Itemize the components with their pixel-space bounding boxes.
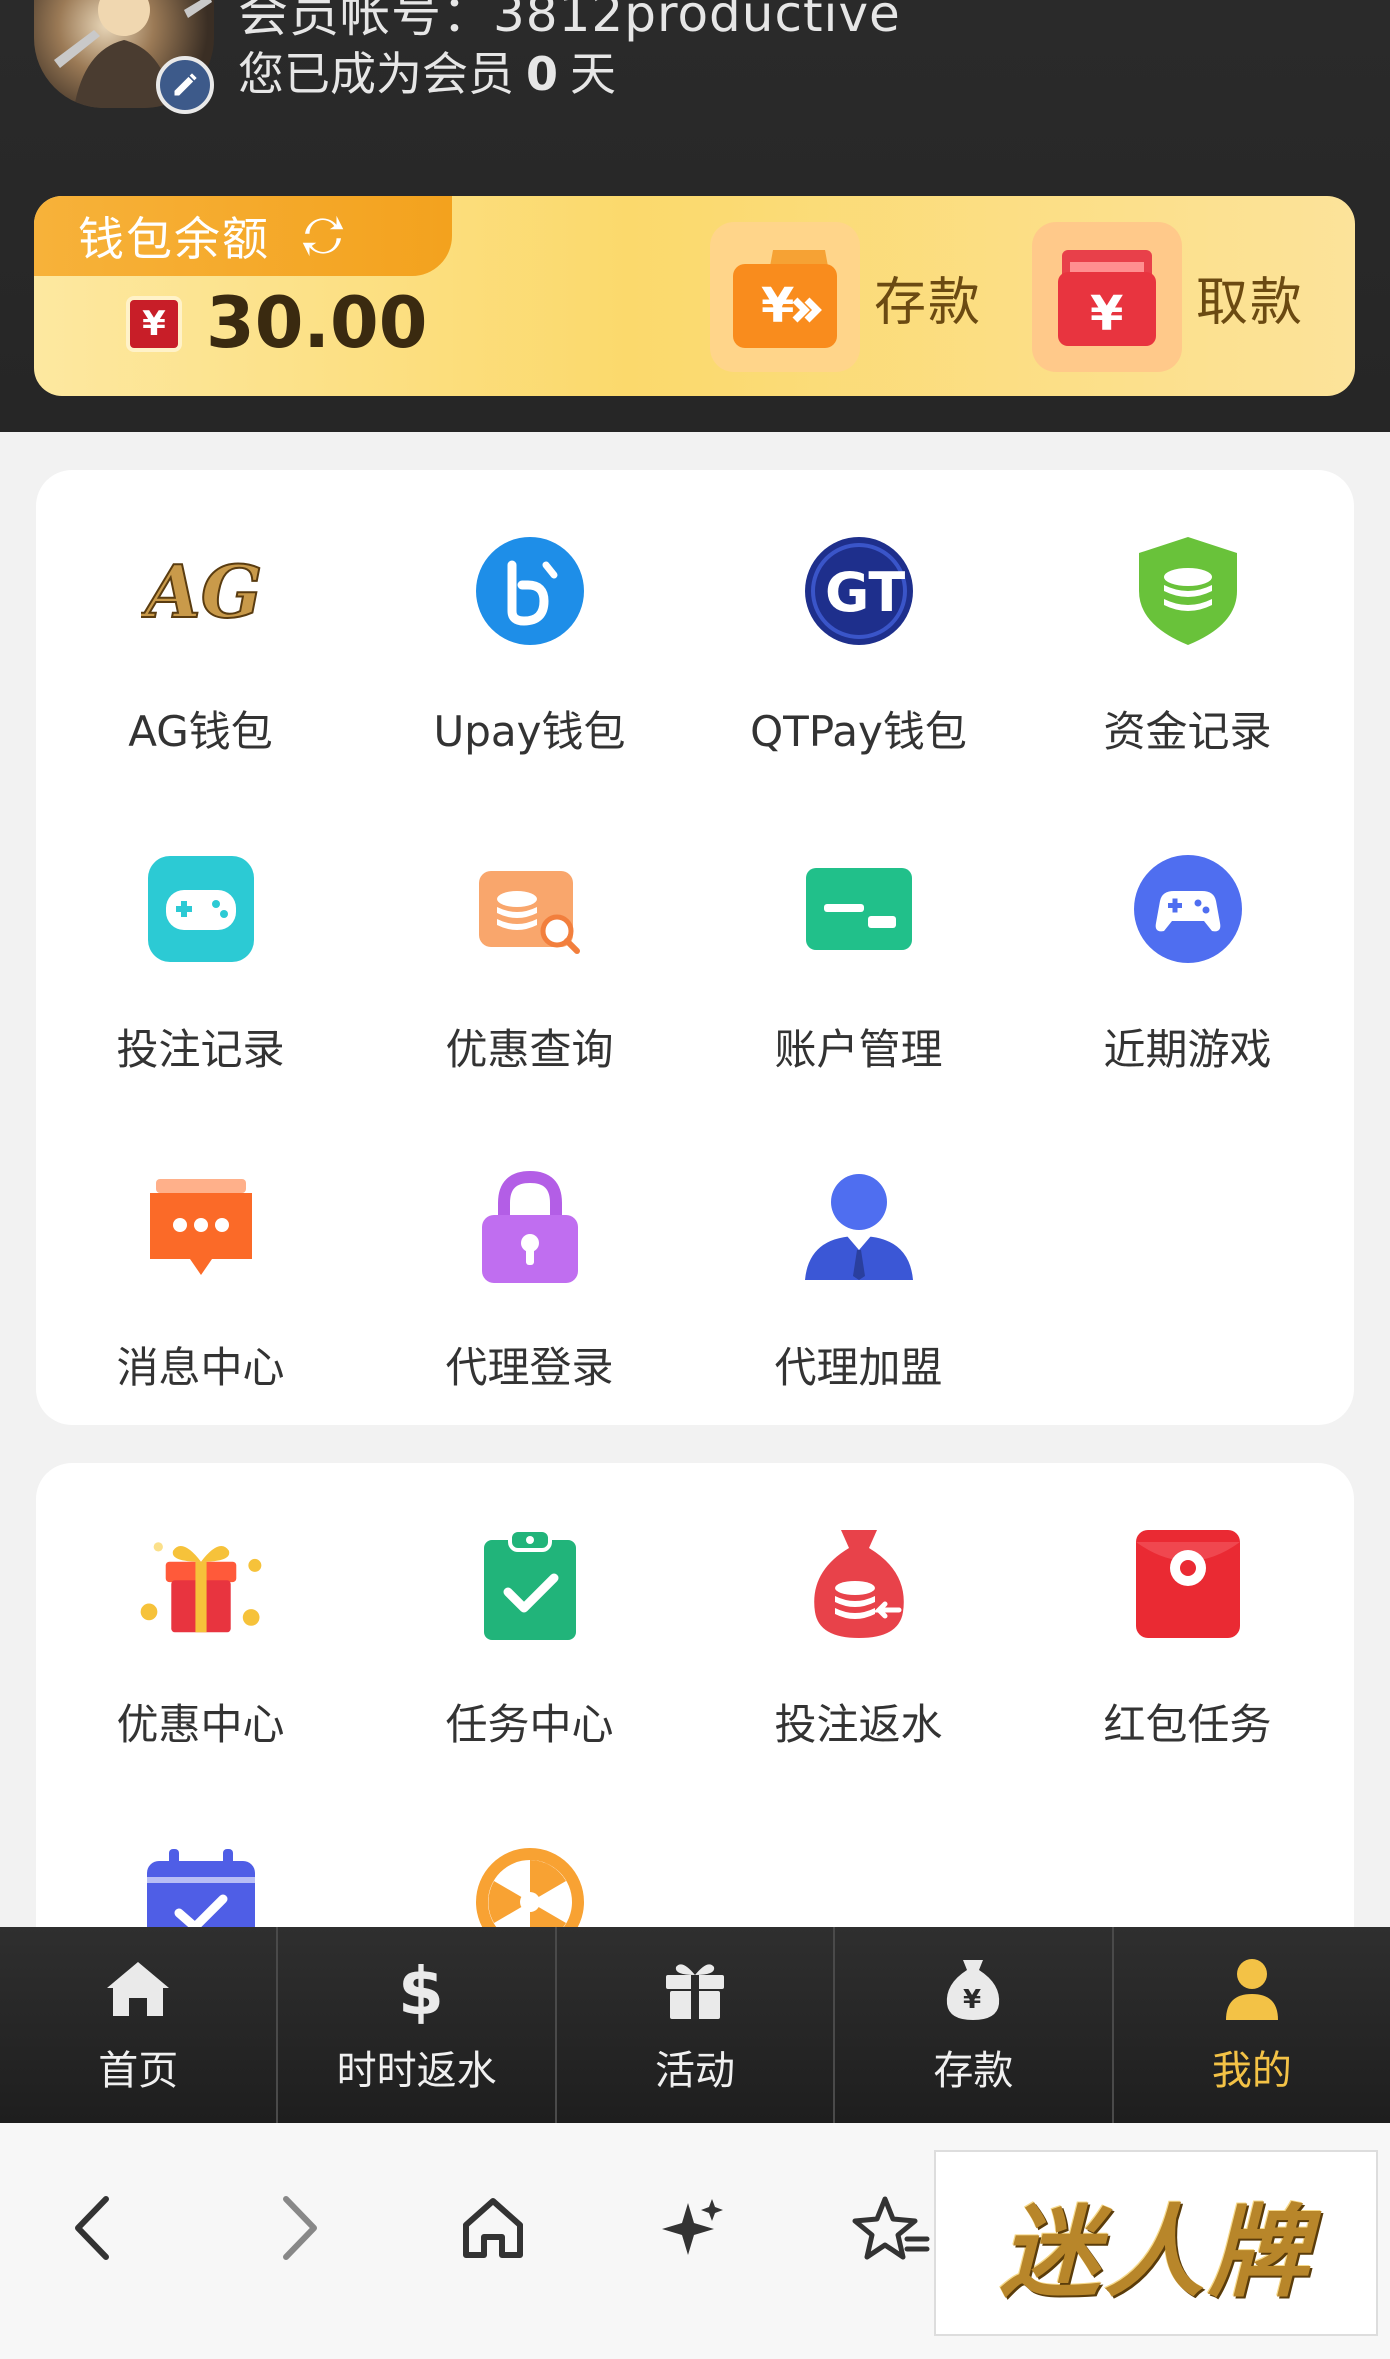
favorites-button[interactable] — [846, 2183, 936, 2273]
home-icon — [103, 1954, 173, 2024]
user-icon — [1217, 1954, 1287, 2024]
yen-bag-icon: ¥ — [938, 1954, 1008, 2024]
agent-person-icon — [794, 1162, 924, 1292]
nav-mine[interactable]: 我的 — [1114, 1927, 1390, 2123]
money-bag-icon — [794, 1519, 924, 1649]
svg-text:¥: ¥ — [963, 1985, 981, 2015]
back-button[interactable] — [48, 2183, 138, 2273]
menu-item-upay-wallet[interactable]: Upay钱包 — [365, 526, 694, 759]
nav-rebate[interactable]: $ 时时返水 — [278, 1927, 557, 2123]
menu-item-red-envelope-task[interactable]: 红包任务 — [1023, 1519, 1352, 1752]
upay-logo-icon — [465, 526, 595, 656]
lock-icon — [465, 1162, 595, 1292]
withdraw-label: 取款 — [1196, 272, 1305, 333]
edit-avatar-button[interactable] — [156, 56, 214, 114]
deposit-label: 存款 — [874, 272, 983, 333]
menu-item-bet-rebate[interactable]: 投注返水 — [694, 1519, 1023, 1752]
wallet-balance-tab: 钱包余额 — [34, 196, 452, 276]
forward-button[interactable] — [254, 2183, 344, 2273]
withdraw-icon: ¥ — [1032, 222, 1182, 372]
controller-icon — [1123, 844, 1253, 974]
menu-item-qtpay-wallet[interactable]: GT QTPay钱包 — [694, 526, 1023, 759]
activity-menu-card: 优惠中心 任务中心 投注返水 红包任务 — [36, 1463, 1354, 1983]
chevron-left-icon — [75, 2196, 109, 2260]
coupon-search-icon — [465, 844, 595, 974]
deposit-button[interactable]: ¥ 存款 — [710, 222, 982, 372]
nav-deposit[interactable]: ¥ 存款 — [835, 1927, 1114, 2123]
wallet-card: 钱包余额 ¥ 30.00 ¥ 存款 ¥ 取款 — [34, 196, 1355, 396]
menu-item-promo-query[interactable]: 优惠查询 — [365, 844, 694, 1077]
menu-item-fund-records[interactable]: 资金记录 — [1023, 526, 1352, 759]
svg-text:GT: GT — [825, 561, 905, 624]
red-envelope-icon — [1123, 1519, 1253, 1649]
star-icon — [852, 2196, 930, 2260]
refresh-icon[interactable] — [296, 209, 350, 263]
shield-coins-icon — [1123, 526, 1253, 656]
chevron-right-icon — [283, 2196, 317, 2260]
browser-home-button[interactable] — [448, 2183, 538, 2273]
dollar-icon: $ — [382, 1954, 452, 2024]
svg-text:¥: ¥ — [761, 278, 794, 334]
nav-home[interactable]: 首页 — [0, 1927, 279, 2123]
withdraw-button[interactable]: ¥ 取款 — [1032, 222, 1304, 372]
pencil-icon — [174, 73, 197, 96]
clipboard-check-icon — [465, 1519, 595, 1649]
deposit-icon: ¥ — [710, 222, 860, 372]
sparkle-icon — [662, 2199, 723, 2255]
qtpay-logo-icon: GT — [794, 526, 924, 656]
svg-text:¥: ¥ — [1090, 286, 1123, 342]
menu-item-agent-login[interactable]: 代理登录 — [365, 1162, 694, 1395]
wallet-balance-label: 钱包余额 — [78, 212, 270, 266]
menu-item-message-center[interactable]: 消息中心 — [36, 1162, 365, 1395]
gift-icon — [660, 1954, 730, 2024]
ag-logo-icon: AG — [136, 526, 266, 656]
chat-bubble-icon — [136, 1162, 266, 1292]
menu-item-task-center[interactable]: 任务中心 — [365, 1519, 694, 1752]
svg-text:$: $ — [398, 1954, 442, 2024]
menu-item-ag-wallet[interactable]: AG AG钱包 — [36, 526, 365, 759]
home-outline-icon — [463, 2198, 523, 2258]
menu-item-promo-center[interactable]: 优惠中心 — [36, 1519, 365, 1752]
profile-header: 会员帐号：3812productive 您已成为会员 0 天 钱包余额 ¥ 30.0… — [0, 0, 1390, 432]
card-icon — [794, 844, 924, 974]
yen-badge-icon: ¥ — [126, 296, 182, 352]
gamepad-icon — [136, 844, 266, 974]
svg-text:AG: AG — [141, 549, 261, 634]
watermark-logo: 迷人牌 — [934, 2150, 1378, 2336]
bottom-nav: 首页 $ 时时返水 活动 ¥ 存款 我的 — [0, 1927, 1390, 2123]
nav-activity[interactable]: 活动 — [557, 1927, 836, 2123]
ai-sparkle-button[interactable] — [648, 2183, 738, 2273]
account-menu-card: AG AG钱包 Upay钱包 GT QTPay钱包 资金记录 投注记录 优惠查询… — [36, 470, 1354, 1425]
menu-item-recent-games[interactable]: 近期游戏 — [1023, 844, 1352, 1077]
menu-item-agent-join[interactable]: 代理加盟 — [694, 1162, 1023, 1395]
menu-item-account-management[interactable]: 账户管理 — [694, 844, 1023, 1077]
member-days: 您已成为会员 0 天 — [238, 47, 617, 101]
menu-item-bet-records[interactable]: 投注记录 — [36, 844, 365, 1077]
wallet-balance: 30.00 — [206, 282, 428, 364]
gift-box-icon — [136, 1519, 266, 1649]
